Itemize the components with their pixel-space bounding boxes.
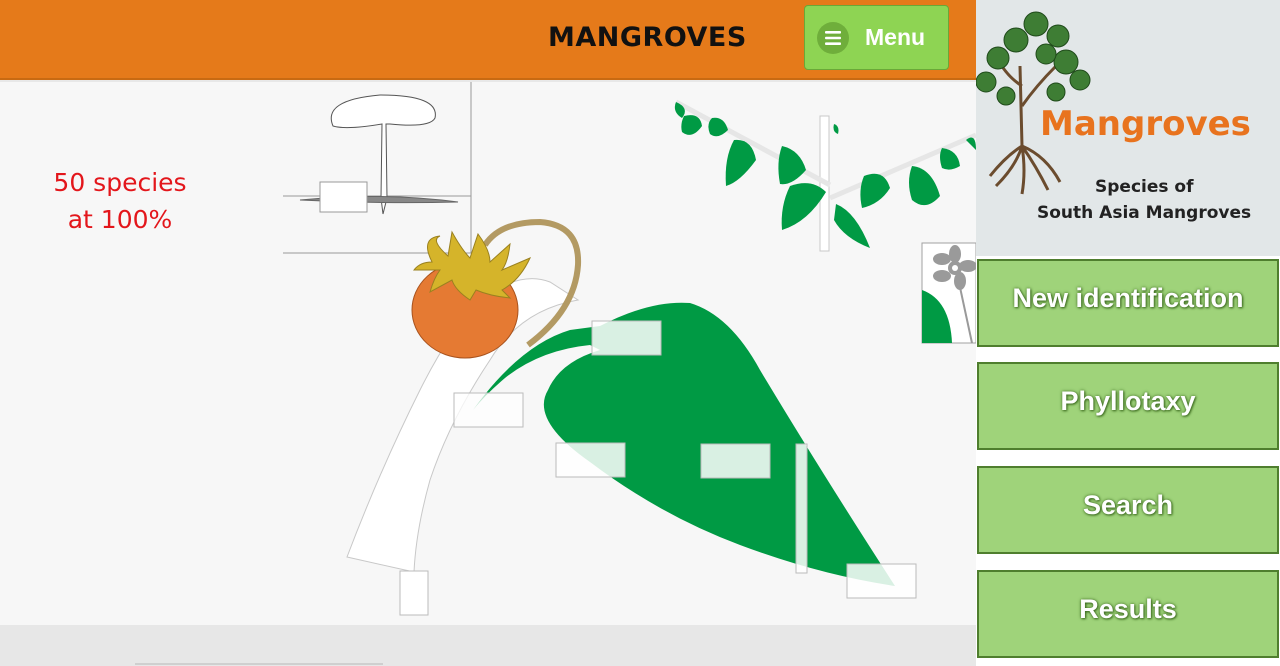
phyllotaxy-button[interactable]: Phyllotaxy [977, 362, 1279, 450]
logo-panel: Mangroves Species of South Asia Mangrove… [976, 0, 1280, 256]
logo-title: Mangroves [1040, 104, 1251, 144]
logo-subtitle-line1: Species of [1095, 177, 1194, 197]
green-leaf [473, 302, 895, 586]
identification-canvas: 50 species at 100% [0, 82, 976, 625]
leafy-branch [674, 99, 976, 252]
new-identification-button[interactable]: New identification [977, 259, 1279, 347]
results-button[interactable]: Results [977, 570, 1279, 658]
logo-subtitle-line2: South Asia Mangroves [1037, 203, 1252, 223]
new-identification-label: New identification [1012, 283, 1244, 313]
flower-panel [921, 242, 976, 344]
phyllotaxy-label: Phyllotaxy [1060, 386, 1196, 416]
results-label: Results [1079, 594, 1177, 624]
sidebar: Mangroves Species of South Asia Mangrove… [976, 0, 1280, 666]
menu-label: Menu [865, 24, 926, 50]
search-label: Search [1082, 490, 1174, 520]
menu-button[interactable]: Menu [804, 5, 949, 70]
hamburger-icon [817, 22, 849, 54]
bottom-strip [0, 625, 976, 666]
header-bar: MANGROVES Menu [0, 0, 976, 80]
app-title: MANGROVES [548, 22, 747, 53]
plant-illustration [283, 82, 976, 616]
search-button[interactable]: Search [977, 466, 1279, 554]
scroll-indicator [135, 663, 383, 665]
root-diagram-frame [283, 82, 472, 254]
